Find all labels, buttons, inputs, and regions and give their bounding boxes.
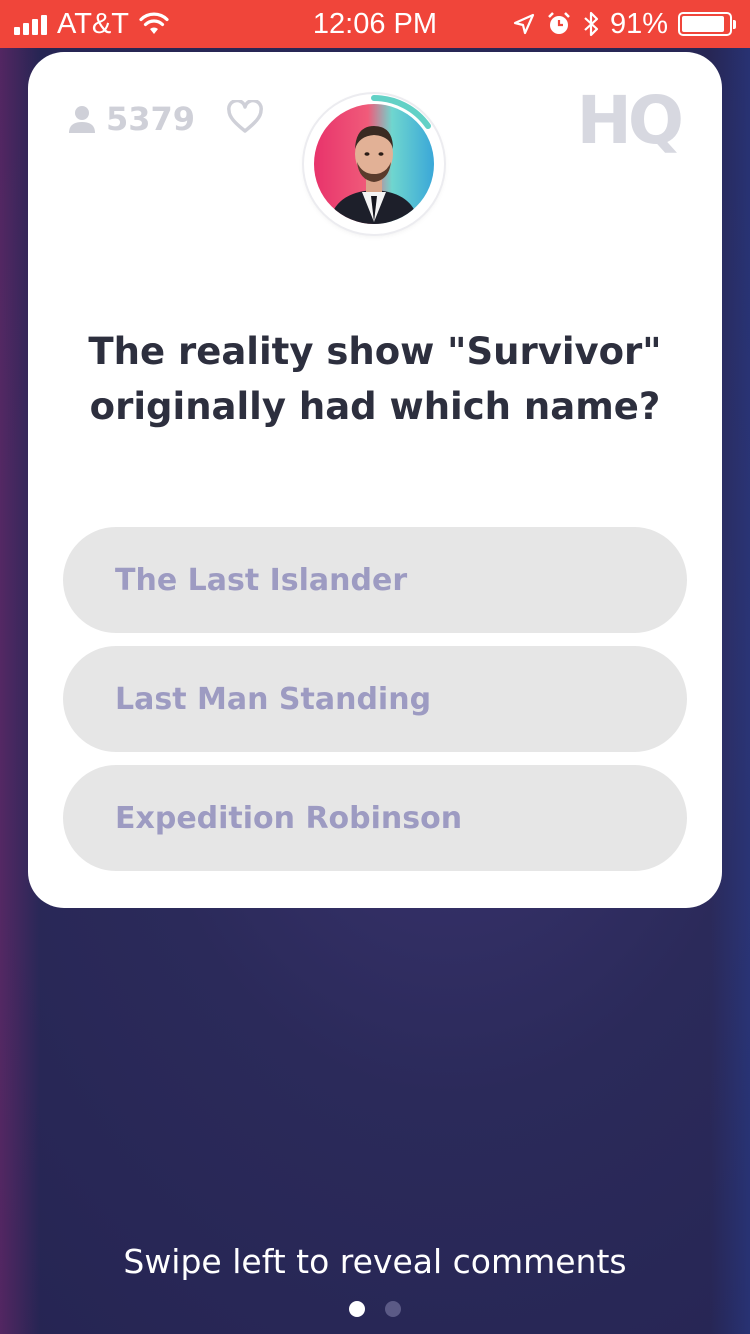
player-count-value: 5379 xyxy=(106,100,196,138)
page-dot[interactable] xyxy=(385,1301,401,1317)
answer-option-1[interactable]: The Last Islander xyxy=(63,527,687,633)
user-icon xyxy=(69,106,95,133)
heart-icon[interactable] xyxy=(226,100,264,134)
swipe-hint: Swipe left to reveal comments xyxy=(123,1242,627,1281)
page-indicator[interactable] xyxy=(0,1301,750,1317)
status-bar-right: 91% xyxy=(512,8,736,41)
carrier-label: AT&T xyxy=(57,7,129,40)
status-bar-left: AT&T xyxy=(14,8,169,41)
wifi-icon xyxy=(139,12,169,34)
hq-logo: HQ xyxy=(576,82,684,159)
location-arrow-icon xyxy=(513,13,535,35)
host-video-avatar xyxy=(304,94,444,234)
question-line-2: originally had which name? xyxy=(89,385,661,428)
answer-label: The Last Islander xyxy=(115,562,408,598)
answer-label: Expedition Robinson xyxy=(115,800,463,836)
answer-label: Last Man Standing xyxy=(115,681,432,717)
status-bar: AT&T 12:06 PM 91% xyxy=(0,0,750,48)
question-line-1: The reality show "Survivor" xyxy=(88,330,662,373)
question-text: The reality show "Survivor" originally h… xyxy=(28,324,722,434)
battery-percent: 91% xyxy=(609,7,668,40)
signal-icon xyxy=(14,13,47,35)
answer-list: The Last Islander Last Man Standing Expe… xyxy=(63,527,687,884)
question-card: 5379 HQ The reality show "Survivor" orig… xyxy=(28,52,722,908)
battery-icon xyxy=(678,12,736,36)
bluetooth-icon xyxy=(584,11,599,37)
battery-level xyxy=(682,16,724,32)
clock: 12:06 PM xyxy=(312,7,438,40)
page-dot-active[interactable] xyxy=(349,1301,365,1317)
timer-ring xyxy=(371,94,431,129)
player-count: 5379 xyxy=(68,100,195,138)
answer-option-3[interactable]: Expedition Robinson xyxy=(63,765,687,871)
alarm-clock-icon xyxy=(548,12,570,34)
answer-option-2[interactable]: Last Man Standing xyxy=(63,646,687,752)
